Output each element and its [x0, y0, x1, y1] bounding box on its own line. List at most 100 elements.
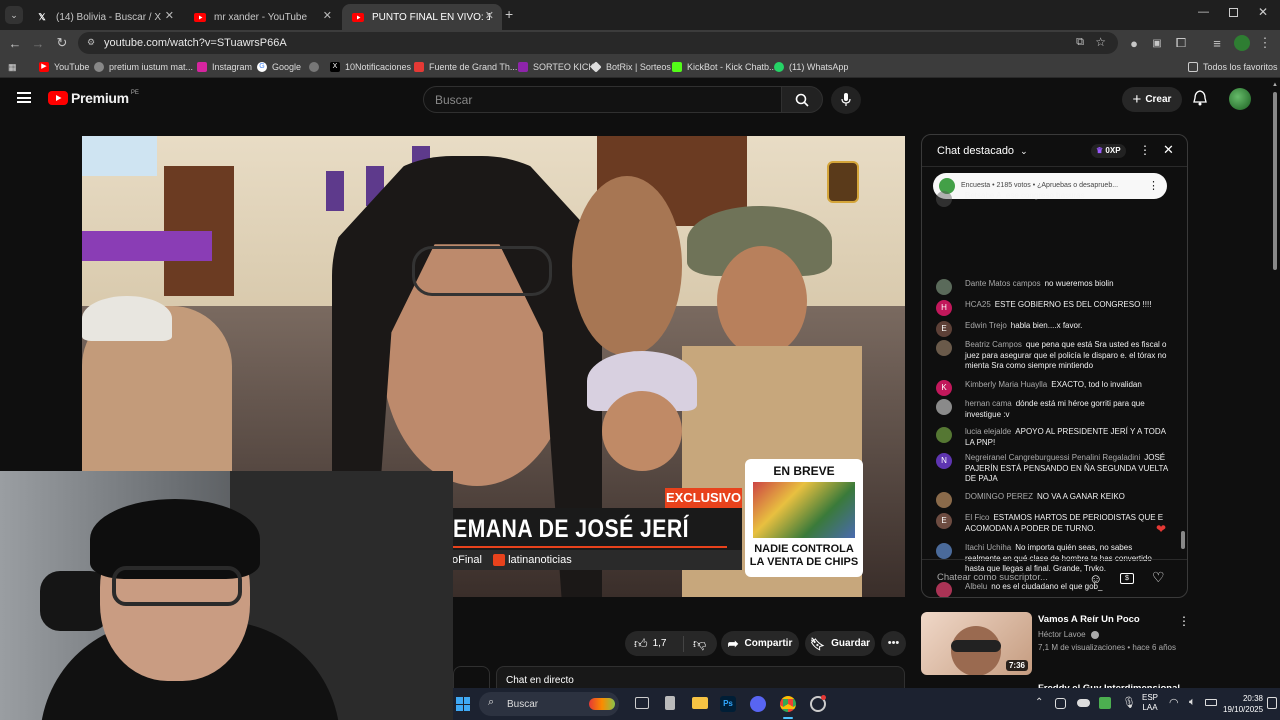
message-author[interactable]: Itachi Uchiha — [965, 543, 1011, 552]
live-chat-header[interactable]: Chat en directo — [496, 666, 905, 688]
message-author[interactable]: Negreiranel Cangreburguessi Penalini Reg… — [965, 453, 1140, 462]
bookmark-kickbot[interactable]: KickBot - Kick Chatb... — [672, 60, 777, 74]
account-avatar[interactable] — [1229, 88, 1251, 110]
avatar[interactable]: E — [936, 513, 952, 529]
chat-scrollbar[interactable] — [1181, 531, 1185, 549]
chat-mode-dropdown[interactable]: Chat destacado ⌄ — [937, 145, 1028, 157]
bookmark-google[interactable]: G Google — [257, 60, 301, 74]
page-scrollbar[interactable]: ▲ — [1270, 80, 1280, 688]
tray-app-icon[interactable] — [1055, 698, 1066, 709]
channel-row[interactable]: Héctor Lavoe — [1038, 630, 1099, 639]
close-tab-icon[interactable]: ✕ — [485, 9, 494, 22]
avatar[interactable] — [936, 427, 952, 443]
url-field[interactable]: ⚙ youtube.com/watch?v=STuawrsP66A ⧉ ☆ — [78, 32, 1118, 54]
message-author[interactable]: hernan cama — [965, 399, 1012, 408]
more-actions-button[interactable]: ••• — [881, 631, 906, 656]
scroll-thumb[interactable] — [1273, 92, 1277, 270]
bookmark-grand-theft[interactable]: Fuente de Grand Th... — [414, 60, 517, 74]
close-chat-icon[interactable]: ✕ — [1163, 142, 1174, 158]
bookmark-pretium[interactable]: pretium iustum mat... — [94, 60, 193, 74]
cast-icon[interactable]: ⧉ — [1076, 36, 1084, 49]
tab-twitter[interactable]: 𝕏 (14) Bolivia - Buscar / X ✕ — [26, 4, 182, 30]
like-button[interactable]: 👍︎ 1,7 — [625, 636, 683, 652]
vpn-icon[interactable] — [1099, 697, 1111, 709]
maximize-icon[interactable] — [1229, 8, 1238, 17]
bookmark-sorteo-kick[interactable]: SORTEO KICK — [518, 60, 594, 74]
live-chat-tab[interactable] — [453, 666, 490, 688]
super-chat-icon[interactable]: $ — [1120, 573, 1134, 584]
message-author[interactable]: Beatriz Campos — [965, 340, 1022, 349]
close-tab-icon[interactable]: ✕ — [165, 9, 174, 22]
reload-icon[interactable]: ↻ — [53, 34, 71, 52]
notifications-bell-icon[interactable] — [1193, 90, 1207, 111]
chat-message[interactable]: N Negreiranel Cangreburguessi Penalini Re… — [936, 453, 1168, 485]
avatar[interactable] — [936, 340, 952, 356]
chat-message[interactable]: E Edwin Trejo habla bien....x favor. — [936, 321, 1168, 337]
hamburger-menu-icon[interactable] — [17, 92, 31, 103]
chat-message[interactable]: K Kimberly Maria Huaylla EXACTO, tod lo in… — [936, 380, 1168, 396]
save-button[interactable]: 🔖︎ Guardar — [805, 631, 875, 656]
xp-badge[interactable]: ♛ 0XP — [1091, 144, 1126, 158]
all-favorites[interactable]: Todos los favoritos — [1188, 60, 1278, 74]
avatar[interactable] — [936, 279, 952, 295]
language-indicator[interactable]: ESP LAA — [1142, 693, 1158, 713]
voice-search-button[interactable] — [831, 86, 861, 114]
chat-input[interactable]: Chatear como suscriptor... — [937, 572, 1087, 588]
bookmark-star-icon[interactable]: ☆ — [1095, 35, 1106, 49]
notifications-icon[interactable] — [1267, 697, 1277, 709]
search-button[interactable] — [781, 86, 823, 113]
file-explorer-icon[interactable] — [692, 697, 708, 709]
close-tab-icon[interactable]: ✕ — [323, 9, 332, 22]
chat-message[interactable]: Beatriz Campos que pena que está Sra uste… — [936, 340, 1168, 372]
chat-message[interactable]: E El Fico ESTAMOS HARTOS DE PERIODISTAS QU… — [936, 513, 1168, 534]
share-button[interactable]: ➦ Compartir — [721, 631, 799, 656]
media-icon[interactable]: ≡ — [1208, 34, 1226, 52]
task-view-icon[interactable] — [635, 697, 649, 709]
chat-message[interactable]: lucia elejalde APOYO AL PRESIDENTE JERÍ Y… — [936, 427, 1168, 448]
back-icon[interactable]: ← — [6, 34, 24, 52]
apps-grid-icon[interactable]: ▦ — [8, 60, 17, 74]
avatar[interactable]: H — [936, 300, 952, 316]
tab-punto-final[interactable]: PUNTO FINAL EN VIVO: 19 DE ✕ — [342, 4, 502, 30]
avatar[interactable]: N — [936, 453, 952, 469]
chrome-icon[interactable] — [780, 696, 796, 712]
extensions-puzzle-icon[interactable]: ⧠ — [1172, 34, 1190, 52]
windows-start-icon[interactable] — [456, 697, 470, 711]
minimize-icon[interactable]: — — [1198, 6, 1209, 18]
tab-search-button[interactable]: ⌄ — [5, 6, 23, 24]
app-icon[interactable] — [665, 696, 675, 710]
chat-more-icon[interactable]: ⋮ — [1139, 143, 1151, 157]
clock[interactable]: 20:38 19/10/2025 — [1223, 693, 1263, 715]
search-input[interactable]: Buscar — [423, 86, 783, 113]
wallet-icon[interactable]: ▣ — [1148, 34, 1166, 52]
bookmark-youtube[interactable]: ▶ YouTube — [39, 60, 89, 74]
create-button[interactable]: + Crear — [1122, 87, 1182, 112]
avatar[interactable] — [936, 492, 952, 508]
bookmark-whatsapp[interactable]: (11) WhatsApp — [774, 60, 848, 74]
message-author[interactable]: El Fico — [965, 513, 989, 522]
chat-message[interactable]: Dante Matos campos no wueremos biolin — [936, 279, 1168, 295]
chat-message[interactable]: hernan cama dónde está mi héroe gorriti p… — [936, 399, 1168, 420]
scroll-up-icon[interactable]: ▲ — [1272, 82, 1278, 88]
heart-icon[interactable]: ♡ — [1152, 569, 1165, 586]
taskbar-search[interactable]: ⌕ Buscar — [479, 692, 619, 716]
battery-icon[interactable] — [1205, 699, 1217, 706]
site-info-icon[interactable]: ⚙ — [87, 37, 95, 48]
message-author[interactable]: lucia elejalde — [965, 427, 1011, 436]
video-thumbnail[interactable]: 7:36 — [921, 612, 1032, 675]
extension-icon[interactable]: ● — [1125, 34, 1143, 52]
recommended-video[interactable]: 7:36 Vamos A Reír Un Poco Héctor Lavoe 7… — [921, 612, 1190, 682]
dislike-button[interactable]: 👎︎ — [683, 635, 706, 652]
avatar[interactable]: K — [936, 380, 952, 396]
bookmark-notificaciones[interactable]: X 10Notificaciones — [330, 60, 411, 74]
microphone-icon[interactable]: 🎙︎ — [1122, 696, 1136, 709]
wifi-icon[interactable]: ◠ — [1169, 696, 1179, 709]
message-author[interactable]: HCA25 — [965, 300, 991, 309]
avatar[interactable]: E — [936, 321, 952, 337]
message-author[interactable]: Edwin Trejo — [965, 321, 1007, 330]
bookmark-botrix[interactable]: BotRix | Sorteos — [590, 60, 671, 74]
bookmark-globe[interactable] — [309, 60, 324, 74]
chat-message[interactable]: DOMINGO PEREZ NO VA A GANAR KEIKO — [936, 492, 1168, 508]
tab-mr-xander[interactable]: mr xander - YouTube ✕ — [184, 4, 340, 30]
recommended-title[interactable]: Vamos A Reír Un Poco — [1038, 614, 1140, 625]
